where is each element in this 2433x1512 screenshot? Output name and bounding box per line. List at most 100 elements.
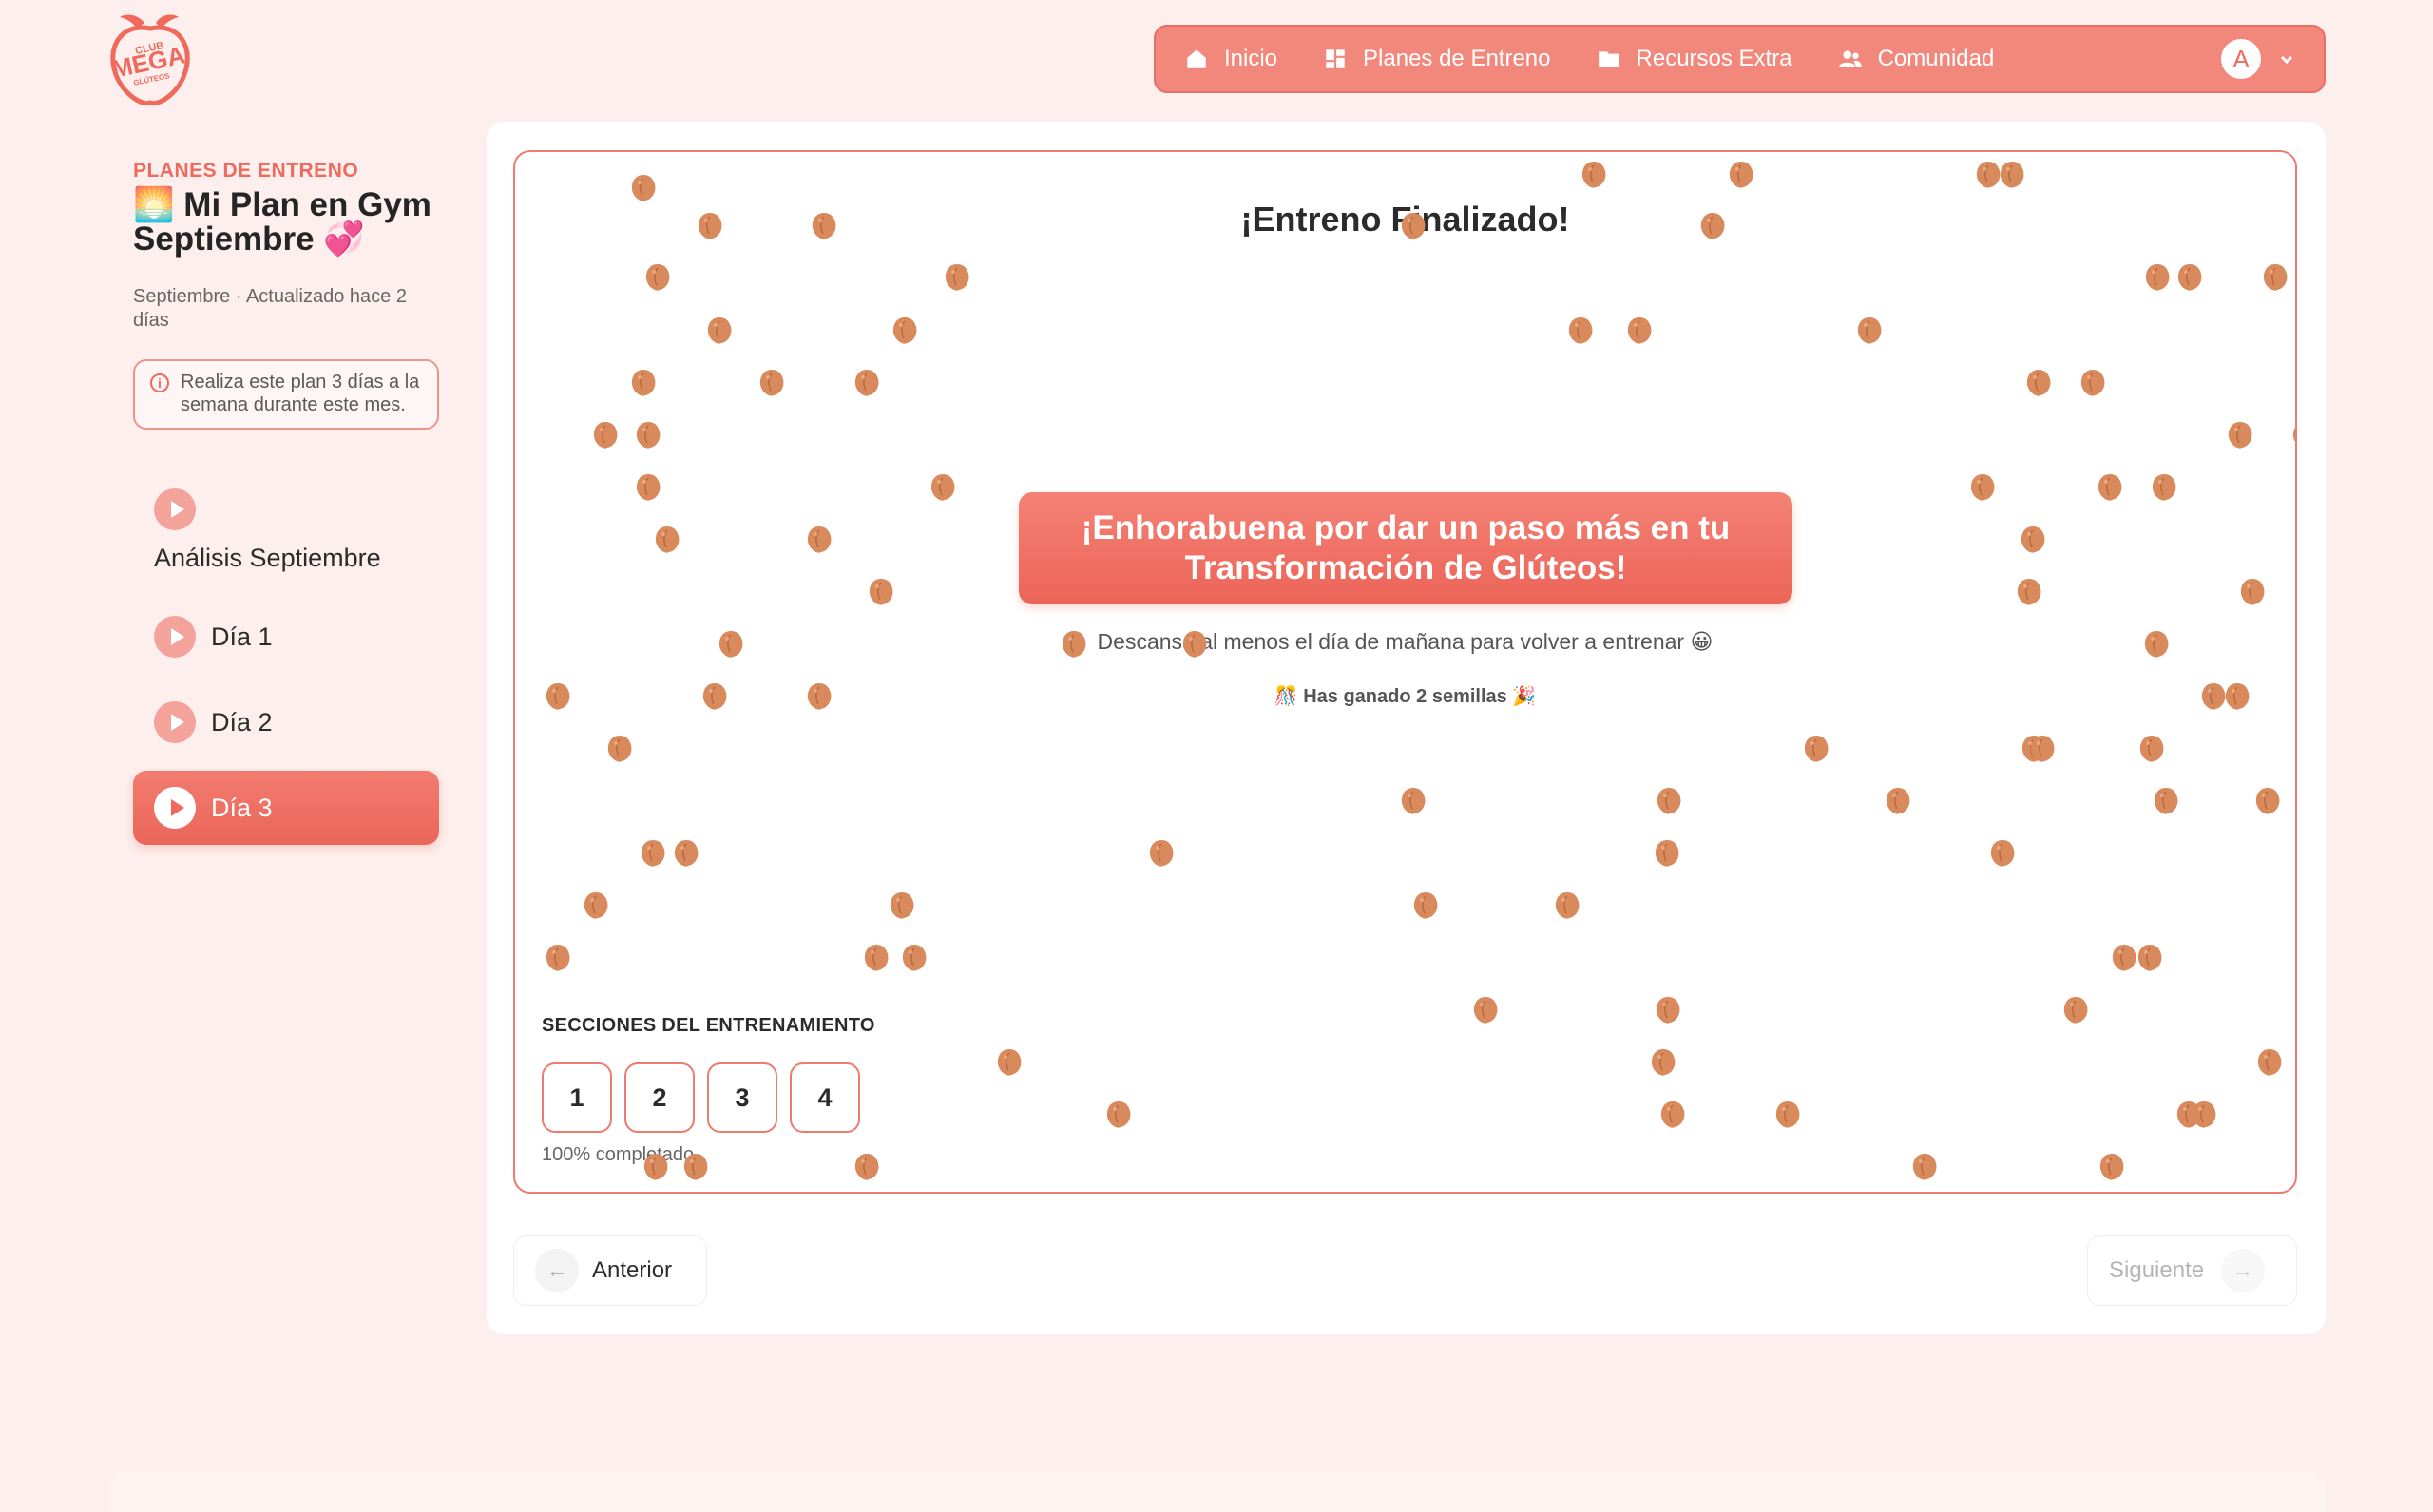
peach-confetti-icon [1473,997,1498,1024]
peach-confetti-icon [892,317,917,344]
peach-confetti-icon [2257,1049,2282,1076]
peach-confetti-icon [807,526,832,553]
play-icon [154,488,196,530]
footer-strip [110,1471,2325,1512]
plan-meta: Septiembre · Actualizado hace 2 días [133,286,407,331]
nav-recursos-extra[interactable]: Recursos Extra [1597,46,1792,72]
sidebar-item-dia-3[interactable]: Día 3 [133,771,439,845]
peach-confetti-icon [1660,1101,1685,1128]
peach-confetti-icon [1775,1101,1800,1128]
peach-confetti-icon [2228,422,2252,449]
arrow-left-icon: ← [535,1249,579,1292]
peach-confetti-icon [854,1154,879,1180]
peach-confetti-icon [2255,788,2280,814]
rest-message: Descansa al menos el día de mañana para … [1097,629,1714,654]
peach-confetti-icon [593,422,618,449]
peach-confetti-icon [2292,427,2295,442]
peach-confetti-icon [2000,162,2024,188]
peach-confetti-icon [1970,474,1995,501]
peach-confetti-icon [1106,1101,1131,1128]
peach-confetti-icon [584,892,608,919]
peach-confetti-icon [607,736,632,762]
nav-planes-de-entreno[interactable]: Planes de Entreno [1323,46,1551,72]
peach-confetti-icon [1990,840,2015,867]
peach-confetti-icon [930,474,955,501]
peach-confetti-icon [2021,736,2046,762]
peach-confetti-icon [864,945,889,971]
peach-confetti-icon [1413,892,1438,919]
peach-confetti-icon [902,945,927,971]
previous-label: Anterior [592,1257,673,1283]
peach-confetti-icon [997,1049,1022,1076]
user-avatar[interactable]: A [2221,39,2261,79]
sections-heading: SECCIONES DEL ENTRENAMIENTO [542,1015,875,1036]
peach-confetti-icon [1656,997,1680,1024]
users-icon [1838,50,1862,67]
peach-confetti-icon [2145,264,2170,291]
nav-comunidad[interactable]: Comunidad [1838,46,1995,72]
peach-confetti-icon [759,370,784,396]
peach-confetti-icon [1804,736,1829,762]
club-mega-gluteos-logo[interactable]: CLUB MEGA GLÚTEOS [105,10,196,108]
peach-confetti-icon [2263,264,2288,291]
peach-confetti-icon [854,370,879,396]
seeds-earned-message: 🎊 Has ganado 2 semillas 🎉 [1274,686,1537,707]
peach-confetti-icon [1976,162,2001,188]
next-button[interactable]: Siguiente → [2087,1235,2297,1306]
section-button-1[interactable]: 1 [542,1062,612,1133]
section-button-2[interactable]: 2 [624,1062,695,1133]
sidebar-kicker: PLANES DE ENTRENO [133,160,359,182]
sections-list: 1 2 3 4 [542,1062,872,1133]
sidebar-item-label: Análisis Septiembre [154,544,381,572]
top-navigation: Inicio Planes de Entreno Recursos Extra … [1154,25,2326,93]
peach-confetti-icon [1857,317,1882,344]
peach-confetti-icon [1657,788,1681,814]
peach-confetti-icon [1568,317,1593,344]
sidebar-item-label: Día 3 [211,793,273,822]
play-icon [154,787,196,829]
peach-confetti-icon [2154,788,2178,814]
peach-confetti-icon [2099,1154,2124,1180]
peach-confetti-icon [1729,162,1753,188]
peach-confetti-icon [890,892,914,919]
peach-confetti-icon [2176,1101,2201,1128]
peach-confetti-icon [1149,840,1174,867]
peach-confetti-icon [2021,526,2045,553]
nav-inicio[interactable]: Inicio [1184,46,1277,72]
nav-recursos-label: Recursos Extra [1636,46,1792,71]
peach-confetti-icon [2177,264,2202,291]
peach-confetti-icon [2098,474,2122,501]
peach-confetti-icon [1655,840,1679,867]
section-button-3[interactable]: 3 [707,1062,777,1133]
peach-confetti-icon [2152,474,2176,501]
peach-confetti-icon [2026,370,2051,396]
peach-confetti-icon [636,422,661,449]
plan-info-note: i Realiza este plan 3 días a la semana d… [133,359,439,430]
sidebar-item-label: Día 1 [211,622,273,651]
peach-confetti-icon [1401,788,1426,814]
peach-confetti-icon [1651,1049,1676,1076]
sidebar-item-label: Día 2 [211,707,273,737]
peach-confetti-icon [2080,370,2105,396]
peach-confetti-icon [2112,945,2136,971]
peach-confetti-icon [655,526,680,553]
sidebar-item-dia-2[interactable]: Día 2 [133,685,439,759]
peach-confetti-icon [1581,162,1606,188]
peach-confetti-icon [631,370,656,396]
peach-confetti-icon [2137,945,2162,971]
info-icon: i [150,373,169,392]
peach-confetti-icon [2139,736,2164,762]
nav-comunidad-label: Comunidad [1877,46,1995,71]
peach-confetti-icon [869,579,893,605]
peach-confetti-icon [631,175,656,201]
previous-button[interactable]: ← Anterior [513,1235,707,1306]
dashboard-icon [1326,49,1345,68]
sidebar-item-analisis[interactable]: Análisis Septiembre [133,488,439,573]
plan-title: 🌅 Mi Plan en Gym Septiembre 💞 [133,186,431,258]
chevron-down-icon[interactable] [2278,50,2295,67]
sidebar-item-dia-1[interactable]: Día 1 [133,600,439,674]
workout-card: ¡Entreno Finalizado! ¡Enhorabuena por da… [487,122,2326,1334]
folder-icon [1598,51,1619,67]
section-button-4[interactable]: 4 [790,1062,860,1133]
peach-confetti-icon [2192,1101,2216,1128]
